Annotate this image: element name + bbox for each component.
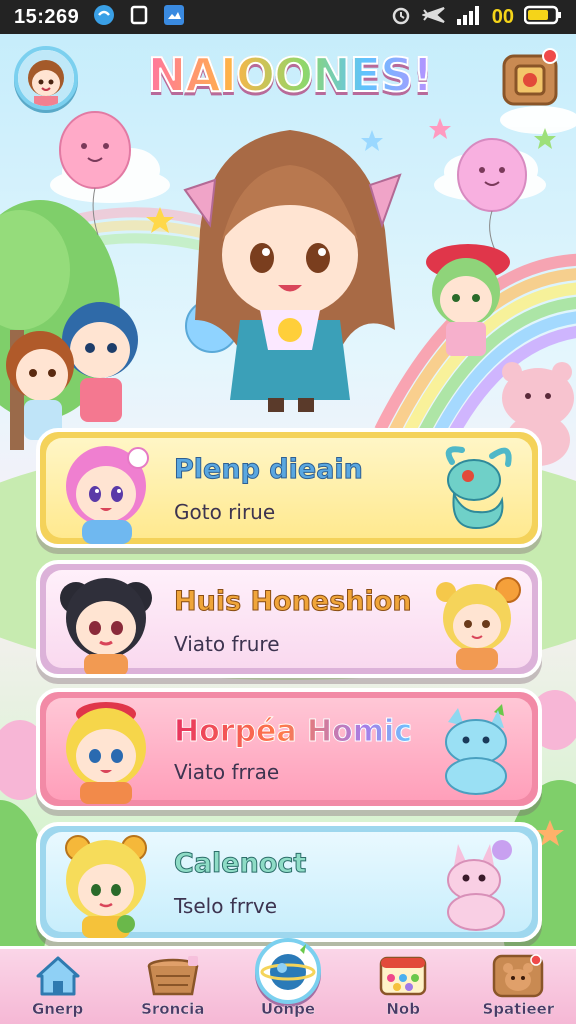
pink-hair-girl-portrait [66, 446, 149, 544]
palette-icon [379, 956, 427, 996]
vpn-icon [93, 4, 115, 30]
nav-item-basket[interactable]: Sroncia [123, 954, 223, 1018]
nav-label-pet: Spatieer [482, 1000, 555, 1018]
bottom-nav: Gnerp Sroncia Uonpe Nob Spatieer [0, 938, 576, 1024]
mode-1-title: Plenp dieain [174, 454, 364, 486]
nav-label-palette: Nob [386, 1000, 420, 1018]
pink-bunny-icon [447, 840, 512, 931]
planet-icon [260, 944, 316, 990]
status-bar: 15:269 00 [0, 0, 576, 34]
pet-bear-icon [493, 954, 544, 998]
signal-icon [456, 5, 482, 29]
mode-2-title: Huis Honeshion [174, 586, 413, 618]
mode-2-subtitle: Viato frure [174, 632, 280, 656]
mode-4-subtitle: Tselo frrve [174, 894, 278, 918]
mode-card-1[interactable]: Plenp dieain Goto rirue [36, 428, 542, 548]
nav-item-palette[interactable]: Nob [353, 954, 453, 1018]
nav-item-home[interactable]: Gnerp [8, 954, 108, 1018]
teal-dino-icon [445, 446, 512, 530]
mode-card-2[interactable]: Huis Honeshion Viato frure [36, 560, 542, 678]
black-hair-girl-portrait [60, 578, 152, 674]
blue-cat-icon [445, 704, 507, 795]
blonde-bear-girl-icon [436, 577, 521, 670]
player-avatar-button[interactable] [14, 46, 78, 110]
mode-3-subtitle: Viato frrae [174, 760, 280, 784]
airplane-icon [420, 4, 446, 30]
blonde-red-hat-girl-portrait [66, 702, 146, 804]
status-time: 15:269 [14, 5, 80, 28]
gift-box-icon [502, 48, 558, 106]
home-icon [36, 956, 80, 996]
battery-icon [523, 5, 562, 29]
mode-1-subtitle: Goto rirue [174, 500, 276, 524]
nav-item-planet[interactable]: Uonpe [238, 938, 338, 1018]
basket-icon [147, 956, 199, 996]
square-icon [129, 5, 149, 29]
alarm-icon [390, 4, 412, 30]
mode-4-title: Calenoct [173, 848, 307, 880]
nav-item-pet[interactable]: Spatieer [468, 954, 568, 1018]
mode-3-title: Horpéa Homic [173, 714, 413, 750]
player-avatar-icon [18, 50, 74, 106]
image-icon [163, 4, 185, 30]
mode-card-3[interactable]: Horpéa Homic Viato frrae [36, 688, 542, 810]
nav-label-planet: Uonpe [260, 1000, 315, 1018]
battery-percent: 00 [491, 5, 514, 28]
yellow-bear-hood-girl-portrait [65, 835, 147, 938]
game-title: NAIOONES! [140, 47, 440, 103]
nav-label-home: Gnerp [31, 1000, 84, 1018]
gift-box-button[interactable] [498, 46, 562, 110]
mode-card-4[interactable]: Calenoct Tselo frrve [36, 822, 542, 942]
main-character [183, 130, 402, 412]
nav-label-basket: Sroncia [141, 1000, 205, 1018]
